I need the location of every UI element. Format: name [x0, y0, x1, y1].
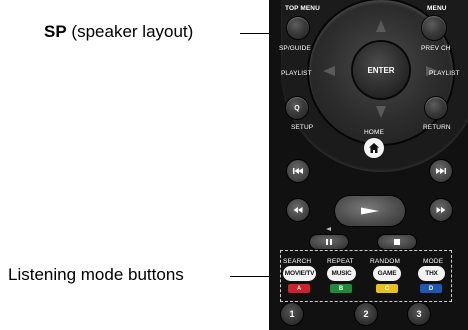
rewind-icon	[293, 207, 303, 213]
number-1-button[interactable]: 1	[281, 303, 303, 325]
rewind-button[interactable]	[287, 199, 309, 221]
pause-button[interactable]	[310, 235, 348, 249]
sp-guide-button[interactable]	[287, 17, 309, 39]
sp-callout-rest: (speaker layout)	[71, 22, 194, 41]
arrow-left-icon[interactable]	[323, 66, 335, 76]
q-button-label: Q	[294, 104, 300, 112]
color-key-a[interactable]: A	[288, 284, 310, 293]
random-label: RANDOM	[370, 258, 401, 265]
stop-icon	[394, 239, 400, 245]
home-icon	[369, 143, 379, 153]
play-icon	[361, 207, 379, 215]
return-button[interactable]	[425, 97, 447, 119]
fast-forward-button[interactable]	[430, 199, 452, 221]
music-button[interactable]: MUSIC	[327, 266, 356, 281]
color-key-c[interactable]: C	[376, 284, 398, 293]
play-button[interactable]	[335, 196, 405, 226]
enter-button[interactable]: ENTER	[353, 42, 409, 98]
sp-callout-bold: SP	[44, 22, 67, 41]
home-button[interactable]	[364, 138, 384, 158]
setup-label: SETUP	[291, 124, 314, 131]
home-label: HOME	[364, 129, 384, 136]
repeat-label: REPEAT	[327, 258, 354, 265]
number-3-button[interactable]: 3	[408, 303, 430, 325]
playlist-right-label: PLAYLIST	[429, 70, 460, 77]
menu-label: MENU	[427, 5, 447, 12]
return-label: RETURN	[423, 124, 451, 131]
thx-button[interactable]: THX	[418, 266, 445, 281]
number-2-button[interactable]: 2	[355, 303, 377, 325]
search-label: SEARCH	[283, 258, 312, 265]
skip-back-button[interactable]	[287, 160, 309, 182]
arrow-down-icon[interactable]	[376, 106, 386, 118]
skip-forward-button[interactable]	[430, 160, 452, 182]
stop-button[interactable]	[378, 235, 416, 249]
q-button[interactable]: Q	[286, 97, 308, 119]
skip-back-icon	[293, 168, 303, 174]
color-key-d[interactable]: D	[420, 284, 442, 293]
color-key-b[interactable]: B	[330, 284, 352, 293]
skip-forward-icon	[436, 168, 446, 174]
movie-tv-button[interactable]: MOVIE/TV	[283, 266, 316, 281]
listening-callout: Listening mode buttons	[8, 265, 184, 284]
step-back-indicator-icon	[326, 227, 331, 231]
sp-guide-label: SP/GUIDE	[279, 45, 311, 52]
sp-callout: SP (speaker layout)	[44, 22, 193, 42]
remote-control: ENTER TOP MENU SP/GUIDE MENU PREV CH PLA…	[269, 0, 468, 330]
menu-button[interactable]	[422, 16, 446, 40]
playlist-left-label: PLAYLIST	[281, 70, 312, 77]
arrow-up-icon[interactable]	[376, 20, 386, 32]
game-button[interactable]: GAME	[373, 266, 401, 281]
pause-icon	[326, 239, 332, 245]
mode-label: MODE	[423, 258, 444, 265]
top-menu-label: TOP MENU	[285, 5, 320, 12]
prev-ch-label: PREV CH	[421, 45, 451, 52]
fast-forward-icon	[436, 207, 446, 213]
